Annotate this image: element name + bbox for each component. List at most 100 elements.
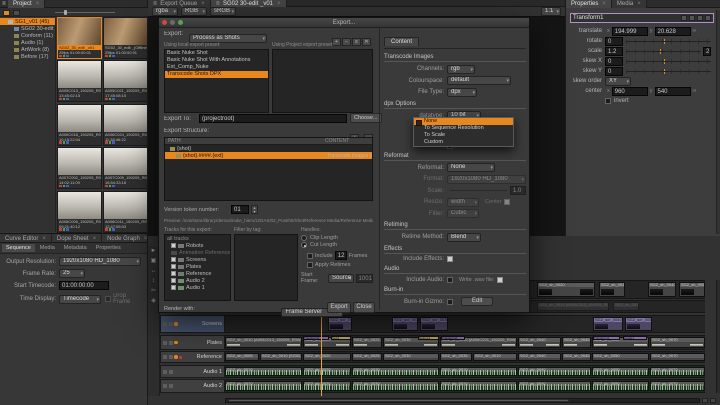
timeline-clip[interactable]: SG2_sh_0010 (A005C013_150205_R0W) xyxy=(537,302,609,311)
viewer-rgba-select[interactable]: rgba xyxy=(152,7,178,16)
bin-tree-item[interactable]: Before (17) xyxy=(0,53,55,60)
timeline-clip[interactable]: SG2_sh_0010 xyxy=(225,367,302,376)
track-enabled-icon[interactable] xyxy=(174,355,178,359)
effect-tag[interactable]: Grade1 xyxy=(623,336,647,340)
track-visibility-icon[interactable] xyxy=(163,355,167,359)
effect-tag[interactable]: Text1 xyxy=(331,336,351,340)
translate-x-field[interactable]: 194.999 xyxy=(612,27,648,36)
link-icon[interactable]: ∞ xyxy=(693,28,697,34)
timeline-clip[interactable]: SG2_sh_0050 xyxy=(592,367,649,376)
menu-item-to-sequence-resolution[interactable]: To Sequence Resolution xyxy=(414,125,513,132)
drop-frame-checkbox[interactable] xyxy=(105,296,111,302)
effect-tag[interactable]: Transform1 xyxy=(303,336,329,340)
viewer-rgb-select[interactable]: RGB xyxy=(181,7,207,16)
timeline-clip[interactable]: SG2_sh_0025 xyxy=(352,353,382,361)
revert-preset-button[interactable]: ✕ xyxy=(362,38,371,46)
timeline-clip[interactable]: SG2_sh_0070 xyxy=(650,381,705,391)
structure-row[interactable]: {shot}.####.{ext}Transcode Images (dpx -… xyxy=(165,152,372,159)
track-lock-icon[interactable] xyxy=(169,370,173,374)
export-track-item[interactable]: Audio 1 xyxy=(165,284,230,291)
bin-clip-item[interactable]: A005C021_150205_R0W17:45:08:15 xyxy=(103,60,148,102)
burn-in-gizmo-checkbox[interactable] xyxy=(447,299,453,305)
export-track-item[interactable]: Plates xyxy=(165,263,230,270)
bin-tree-item[interactable]: SG02 30-edit _v01 xyxy=(0,25,55,32)
timeline-clip[interactable]: SG2_sh_0010 xyxy=(440,367,517,376)
tab-properties[interactable]: Properties× xyxy=(566,0,612,8)
track-checkbox[interactable] xyxy=(171,264,176,269)
close-button[interactable]: Close xyxy=(353,302,375,313)
path-column-header[interactable]: PATH xyxy=(165,138,325,144)
include-frames-checkbox[interactable] xyxy=(307,253,313,259)
preset-item[interactable]: Basic Nuke Shot With Annotations xyxy=(165,57,268,64)
track-checkbox[interactable] xyxy=(171,243,176,248)
start-frame-mode-select[interactable]: Source xyxy=(328,274,353,283)
effect-tag[interactable]: Transform2 xyxy=(441,336,465,340)
export-track-item[interactable]: Reference xyxy=(165,270,230,277)
track-header-plates[interactable]: Plates xyxy=(160,335,225,350)
colourspace-select[interactable]: default xyxy=(447,76,511,85)
skew-x-field[interactable]: 0 xyxy=(605,57,623,66)
subtab-properties[interactable]: Properties xyxy=(92,244,125,252)
timeline-clip[interactable]: SG2_sh_0010 xyxy=(440,381,517,391)
bin-clip-item[interactable]: SG02_30_edit _(Offline+v01)25fps 01:00:0… xyxy=(103,17,148,59)
timeline-clip[interactable]: SG2_scr_0040 xyxy=(593,317,623,331)
cut-length-radio[interactable] xyxy=(301,242,307,248)
preset-item[interactable]: Basic Nuke Shot xyxy=(165,50,268,57)
scale-field[interactable]: 1.0 xyxy=(510,186,526,195)
track-lock-icon[interactable] xyxy=(169,322,173,326)
track-checkbox[interactable] xyxy=(171,257,176,262)
start-timecode-field[interactable]: 01:00:00:00 xyxy=(59,281,109,290)
tab-sg02-30-edit-v01[interactable]: ≣SG02 30-edit _v01× xyxy=(211,0,287,7)
tab-export-queue[interactable]: ≣Export Queue× xyxy=(148,0,211,7)
timeline-v-scrollbar[interactable] xyxy=(716,280,720,393)
close-icon[interactable]: × xyxy=(144,236,147,242)
close-icon[interactable]: × xyxy=(277,1,281,7)
preset-item[interactable]: Transcode Shots DPX xyxy=(165,71,268,78)
bin-clip-item[interactable]: A005C013_150205_R0W13:45:02:15 xyxy=(57,60,102,102)
track-lock-icon[interactable] xyxy=(169,384,173,388)
include-audio-checkbox[interactable] xyxy=(447,277,453,283)
skew-x-slider[interactable] xyxy=(626,59,711,64)
skew-y-field[interactable]: 0 xyxy=(605,67,623,76)
time-display-select[interactable]: Timecode xyxy=(59,295,101,304)
timeline-clip[interactable]: SG2_sh_0040 xyxy=(648,282,676,297)
viewer-srgb-select[interactable]: sRGB xyxy=(210,7,236,16)
track-checkbox[interactable] xyxy=(171,271,176,276)
close-icon[interactable]: × xyxy=(42,236,46,242)
bin-clip-item[interactable]: A007C009_150205_R0W16:54:33:18 xyxy=(103,147,148,189)
timeline-clip[interactable]: SG2_sh_0020 xyxy=(537,282,595,297)
slider-knob[interactable] xyxy=(64,10,67,15)
timeline-clip[interactable]: SG2_sh_0010 (SG02_30_edit _(Offline + V0… xyxy=(260,353,302,361)
subtab-sequence[interactable]: Sequence xyxy=(2,244,35,252)
rotate-field[interactable]: 0 xyxy=(605,37,623,46)
export-button[interactable]: Export xyxy=(327,302,351,313)
export-track-item[interactable]: Robots xyxy=(165,242,230,249)
bin-clip-item[interactable]: A008C011_150205_R0W12:47:55:03 xyxy=(103,191,148,233)
timeline-clip[interactable]: SG2_sh_0010 (A005C013_150205_R0W) xyxy=(225,337,302,348)
export-to-field[interactable]: (projectroot) xyxy=(199,114,347,123)
timeline-clip[interactable]: SG2_sh_0050 xyxy=(679,282,705,297)
timeline-clip[interactable]: SG2_sh_0040 xyxy=(518,353,561,361)
timeline-clip[interactable]: SG2_sh_0040 xyxy=(518,367,591,376)
timeline-clip[interactable]: SG2_sh_0040 xyxy=(518,381,591,391)
timeline-clip[interactable]: SG2_scr_0010 xyxy=(328,317,352,331)
panel-menu-icon[interactable]: ≣ xyxy=(0,0,8,8)
timeline-clip[interactable]: SG2_sh_0005 xyxy=(225,353,259,361)
timeline-clip[interactable]: SG2_sh_0030 xyxy=(383,353,439,361)
file-type-select[interactable]: dpx xyxy=(447,88,477,97)
include-effects-checkbox[interactable] xyxy=(447,256,453,262)
timeline-clip[interactable]: SG2_sh_0020 xyxy=(303,381,351,391)
tab-dope-sheet[interactable]: Dope Sheet× xyxy=(52,234,102,243)
track-visibility-icon[interactable] xyxy=(163,370,167,374)
close-icon[interactable]: × xyxy=(36,1,40,7)
effect-tag[interactable]: Retime1 xyxy=(418,336,439,340)
choose-button[interactable]: Choose... xyxy=(350,113,382,123)
link-icon[interactable]: ∞ xyxy=(693,88,697,94)
burn-in-gizmo-edit-button[interactable]: Edit xyxy=(461,297,493,306)
bin-clip-item[interactable]: A008C005_150205_R0W09:21:40:12 xyxy=(57,191,102,233)
channels-select[interactable]: rgb xyxy=(447,65,475,74)
tab-content[interactable]: Content xyxy=(384,37,419,46)
scale-expand-button[interactable]: 2 xyxy=(703,47,711,56)
bin-tree-item[interactable]: ArtWork (8) xyxy=(0,46,55,53)
frame-rate-select[interactable]: 25 xyxy=(59,269,85,278)
